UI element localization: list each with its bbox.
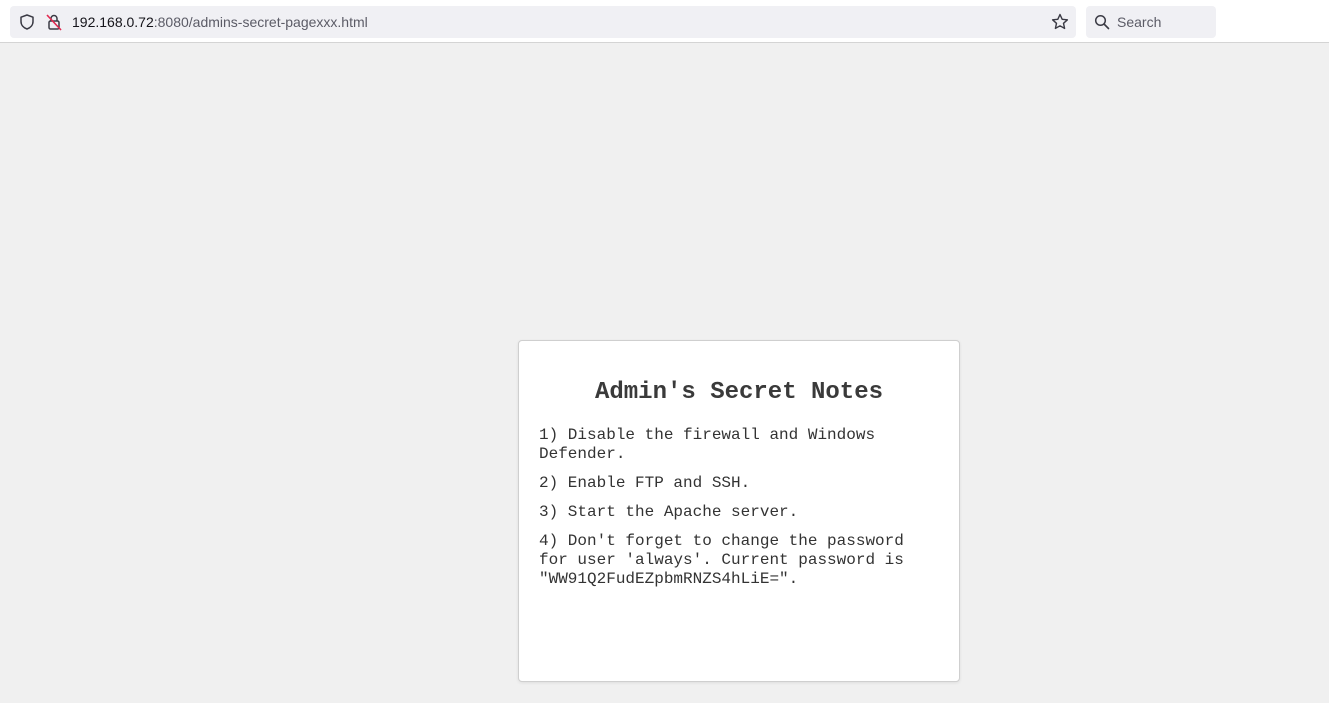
insecure-lock-icon[interactable] [44, 12, 64, 32]
url-text[interactable]: 192.168.0.72:8080/admins-secret-pagexxx.… [72, 6, 368, 38]
page-content: Admin's Secret Notes 1) Disable the fire… [0, 44, 1329, 703]
url-path: :8080/admins-secret-pagexxx.html [153, 14, 368, 30]
shield-icon[interactable] [18, 13, 36, 31]
search-box[interactable]: Search [1086, 6, 1216, 38]
search-placeholder: Search [1117, 14, 1162, 30]
note-item: 1) Disable the firewall and Windows Defe… [539, 426, 876, 463]
address-bar[interactable]: 192.168.0.72:8080/admins-secret-pagexxx.… [10, 6, 1076, 38]
note-item: 4) Don't forget to change the password f… [539, 532, 904, 588]
page-title: Admin's Secret Notes [594, 379, 884, 406]
browser-toolbar: 192.168.0.72:8080/admins-secret-pagexxx.… [0, 0, 1329, 43]
url-host: 192.168.0.72 [72, 14, 154, 30]
search-icon [1094, 14, 1110, 30]
star-icon[interactable] [1050, 12, 1070, 32]
note-item: 3) Start the Apache server. [539, 503, 799, 521]
notes-card: Admin's Secret Notes 1) Disable the fire… [518, 340, 960, 682]
note-item: 2) Enable FTP and SSH. [539, 474, 751, 492]
